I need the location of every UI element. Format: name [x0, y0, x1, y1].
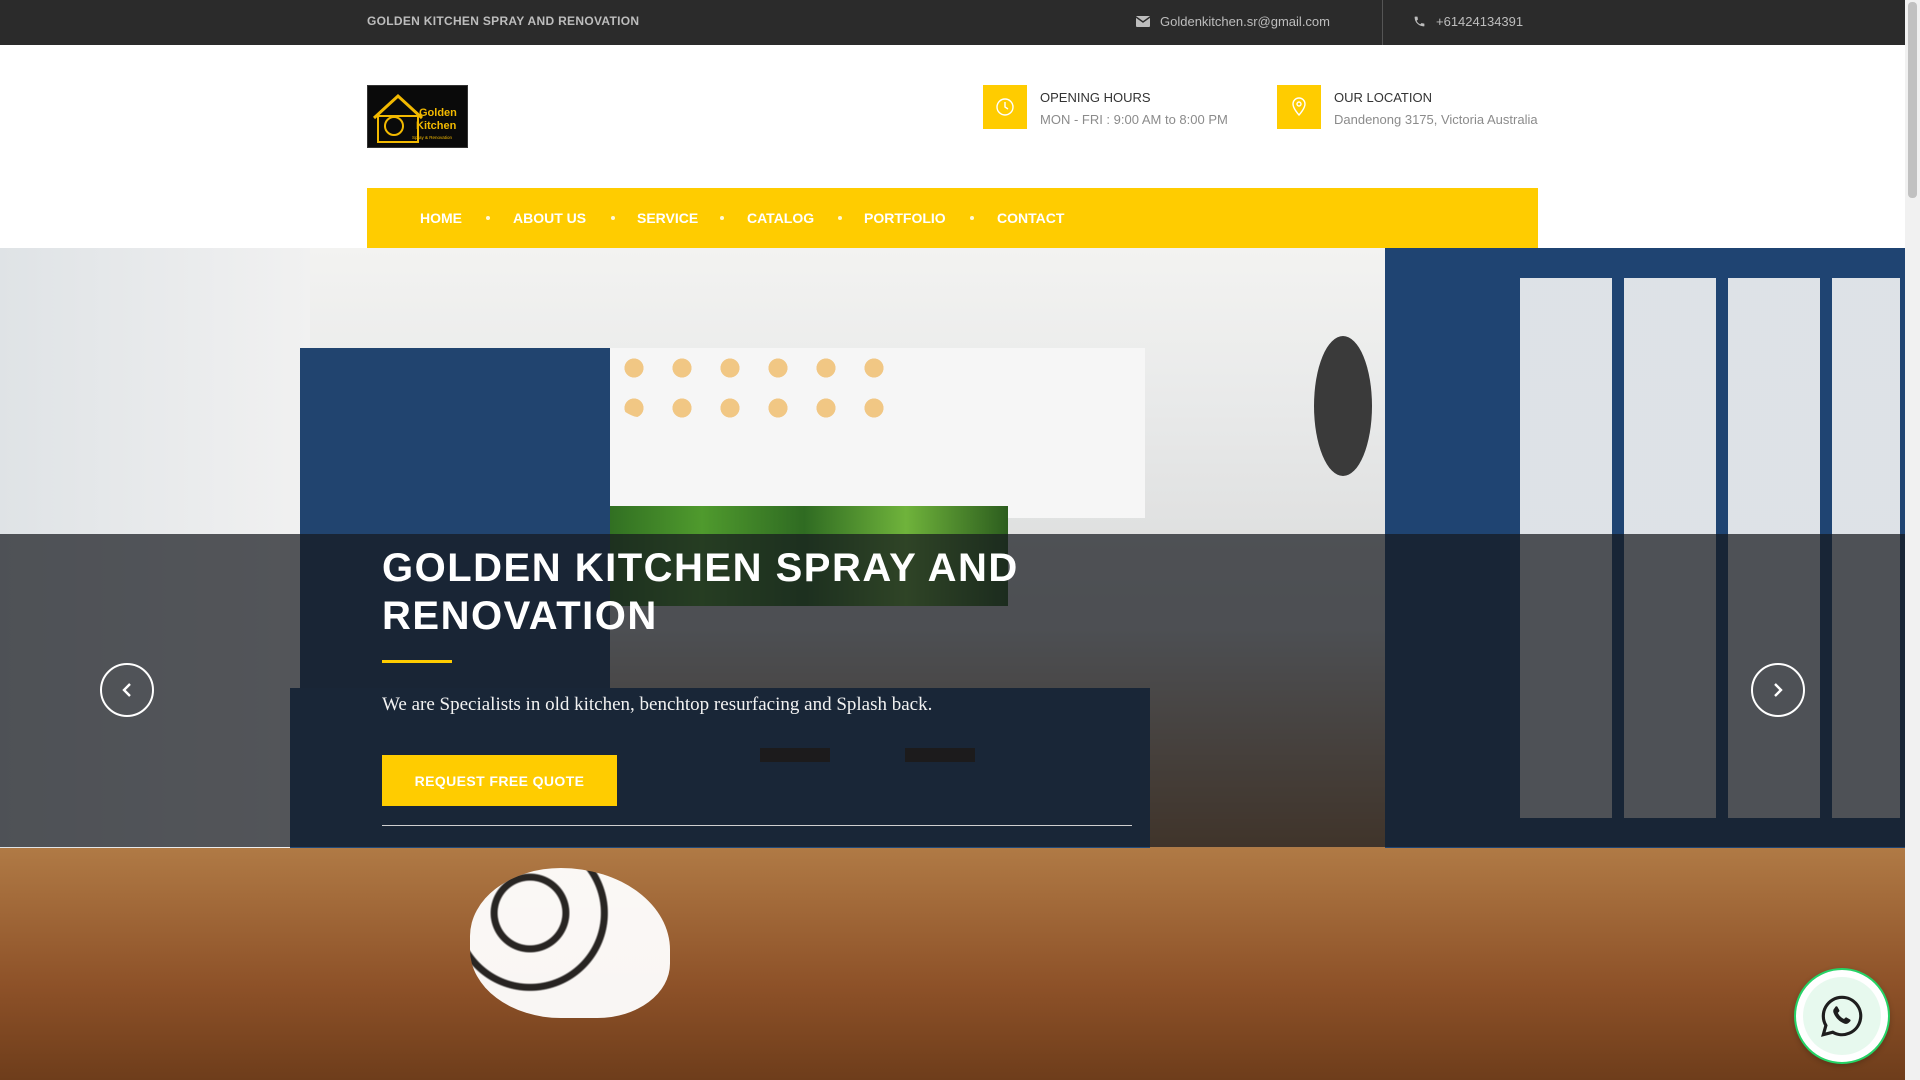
- phone-icon: [1414, 16, 1425, 27]
- nav-about-us[interactable]: ABOUT US: [513, 210, 586, 226]
- nav-home[interactable]: HOME: [420, 210, 462, 226]
- logo-line1: Golden: [419, 107, 457, 119]
- slider-prev-button[interactable]: [100, 663, 154, 717]
- main-nav: HOME ABOUT US SERVICE CATALOG PORTFOLIO …: [367, 188, 1538, 248]
- hero-bg-wall-clock: [1314, 336, 1372, 476]
- clock-icon: [983, 85, 1027, 129]
- scrollbar-thumb[interactable]: [1908, 2, 1917, 198]
- nav-separator: [970, 216, 974, 220]
- envelope-icon: [1136, 16, 1150, 27]
- chevron-left-icon: [122, 683, 131, 697]
- request-quote-button[interactable]: REQUEST FREE QUOTE: [382, 755, 617, 806]
- opening-hours-title: OPENING HOURS: [1040, 90, 1151, 105]
- email-link[interactable]: Goldenkitchen.sr@gmail.com: [1136, 14, 1330, 29]
- page-scrollbar[interactable]: [1905, 0, 1920, 1080]
- location-value: Dandenong 3175, Victoria Australia: [1334, 112, 1538, 127]
- nav-separator: [486, 216, 490, 220]
- nav-separator: [720, 216, 724, 220]
- hero-slider: GOLDEN KITCHEN SPRAY AND RENOVATION We a…: [0, 248, 1905, 1080]
- site-logo[interactable]: Golden Kitchen Spray & Renovation: [367, 85, 468, 148]
- phone-text[interactable]: +61424134391: [1436, 14, 1523, 29]
- nav-service[interactable]: SERVICE: [637, 210, 698, 226]
- hero-title-underline: [382, 660, 452, 663]
- chevron-right-icon: [1774, 683, 1783, 697]
- whatsapp-icon: [1821, 995, 1863, 1037]
- logo-tagline: Spray & Renovation: [412, 135, 453, 140]
- hero-title: GOLDEN KITCHEN SPRAY AND RENOVATION: [382, 546, 1019, 638]
- hero-bg-chandelier: [610, 348, 910, 418]
- location-title: OUR LOCATION: [1334, 90, 1432, 105]
- email-text[interactable]: Goldenkitchen.sr@gmail.com: [1160, 14, 1330, 29]
- logo-line2: Kitchen: [416, 120, 457, 132]
- whatsapp-button[interactable]: [1794, 968, 1890, 1064]
- map-pin-icon: [1277, 85, 1321, 129]
- nav-separator: [611, 216, 615, 220]
- nav-portfolio[interactable]: PORTFOLIO: [864, 210, 946, 226]
- hero-divider: [382, 825, 1132, 826]
- opening-hours-block: OPENING HOURS MON - FRI : 9:00 AM to 8:0…: [983, 85, 1228, 129]
- opening-hours-value: MON - FRI : 9:00 AM to 8:00 PM: [1040, 112, 1228, 127]
- hero-subtitle: We are Specialists in old kitchen, bench…: [382, 694, 933, 715]
- slider-next-button[interactable]: [1751, 663, 1805, 717]
- location-block: OUR LOCATION Dandenong 3175, Victoria Au…: [1277, 85, 1538, 129]
- nav-separator: [838, 216, 842, 220]
- logo-graphic: Golden Kitchen Spray & Renovation: [368, 86, 467, 147]
- nav-catalog[interactable]: CATALOG: [747, 210, 814, 226]
- nav-contact[interactable]: CONTACT: [997, 210, 1064, 226]
- phone-link[interactable]: +61424134391: [1413, 14, 1523, 29]
- top-bar: GOLDEN KITCHEN SPRAY AND RENOVATION Gold…: [0, 0, 1905, 45]
- top-bar-brand: GOLDEN KITCHEN SPRAY AND RENOVATION: [367, 14, 640, 28]
- top-bar-divider: [1382, 0, 1383, 45]
